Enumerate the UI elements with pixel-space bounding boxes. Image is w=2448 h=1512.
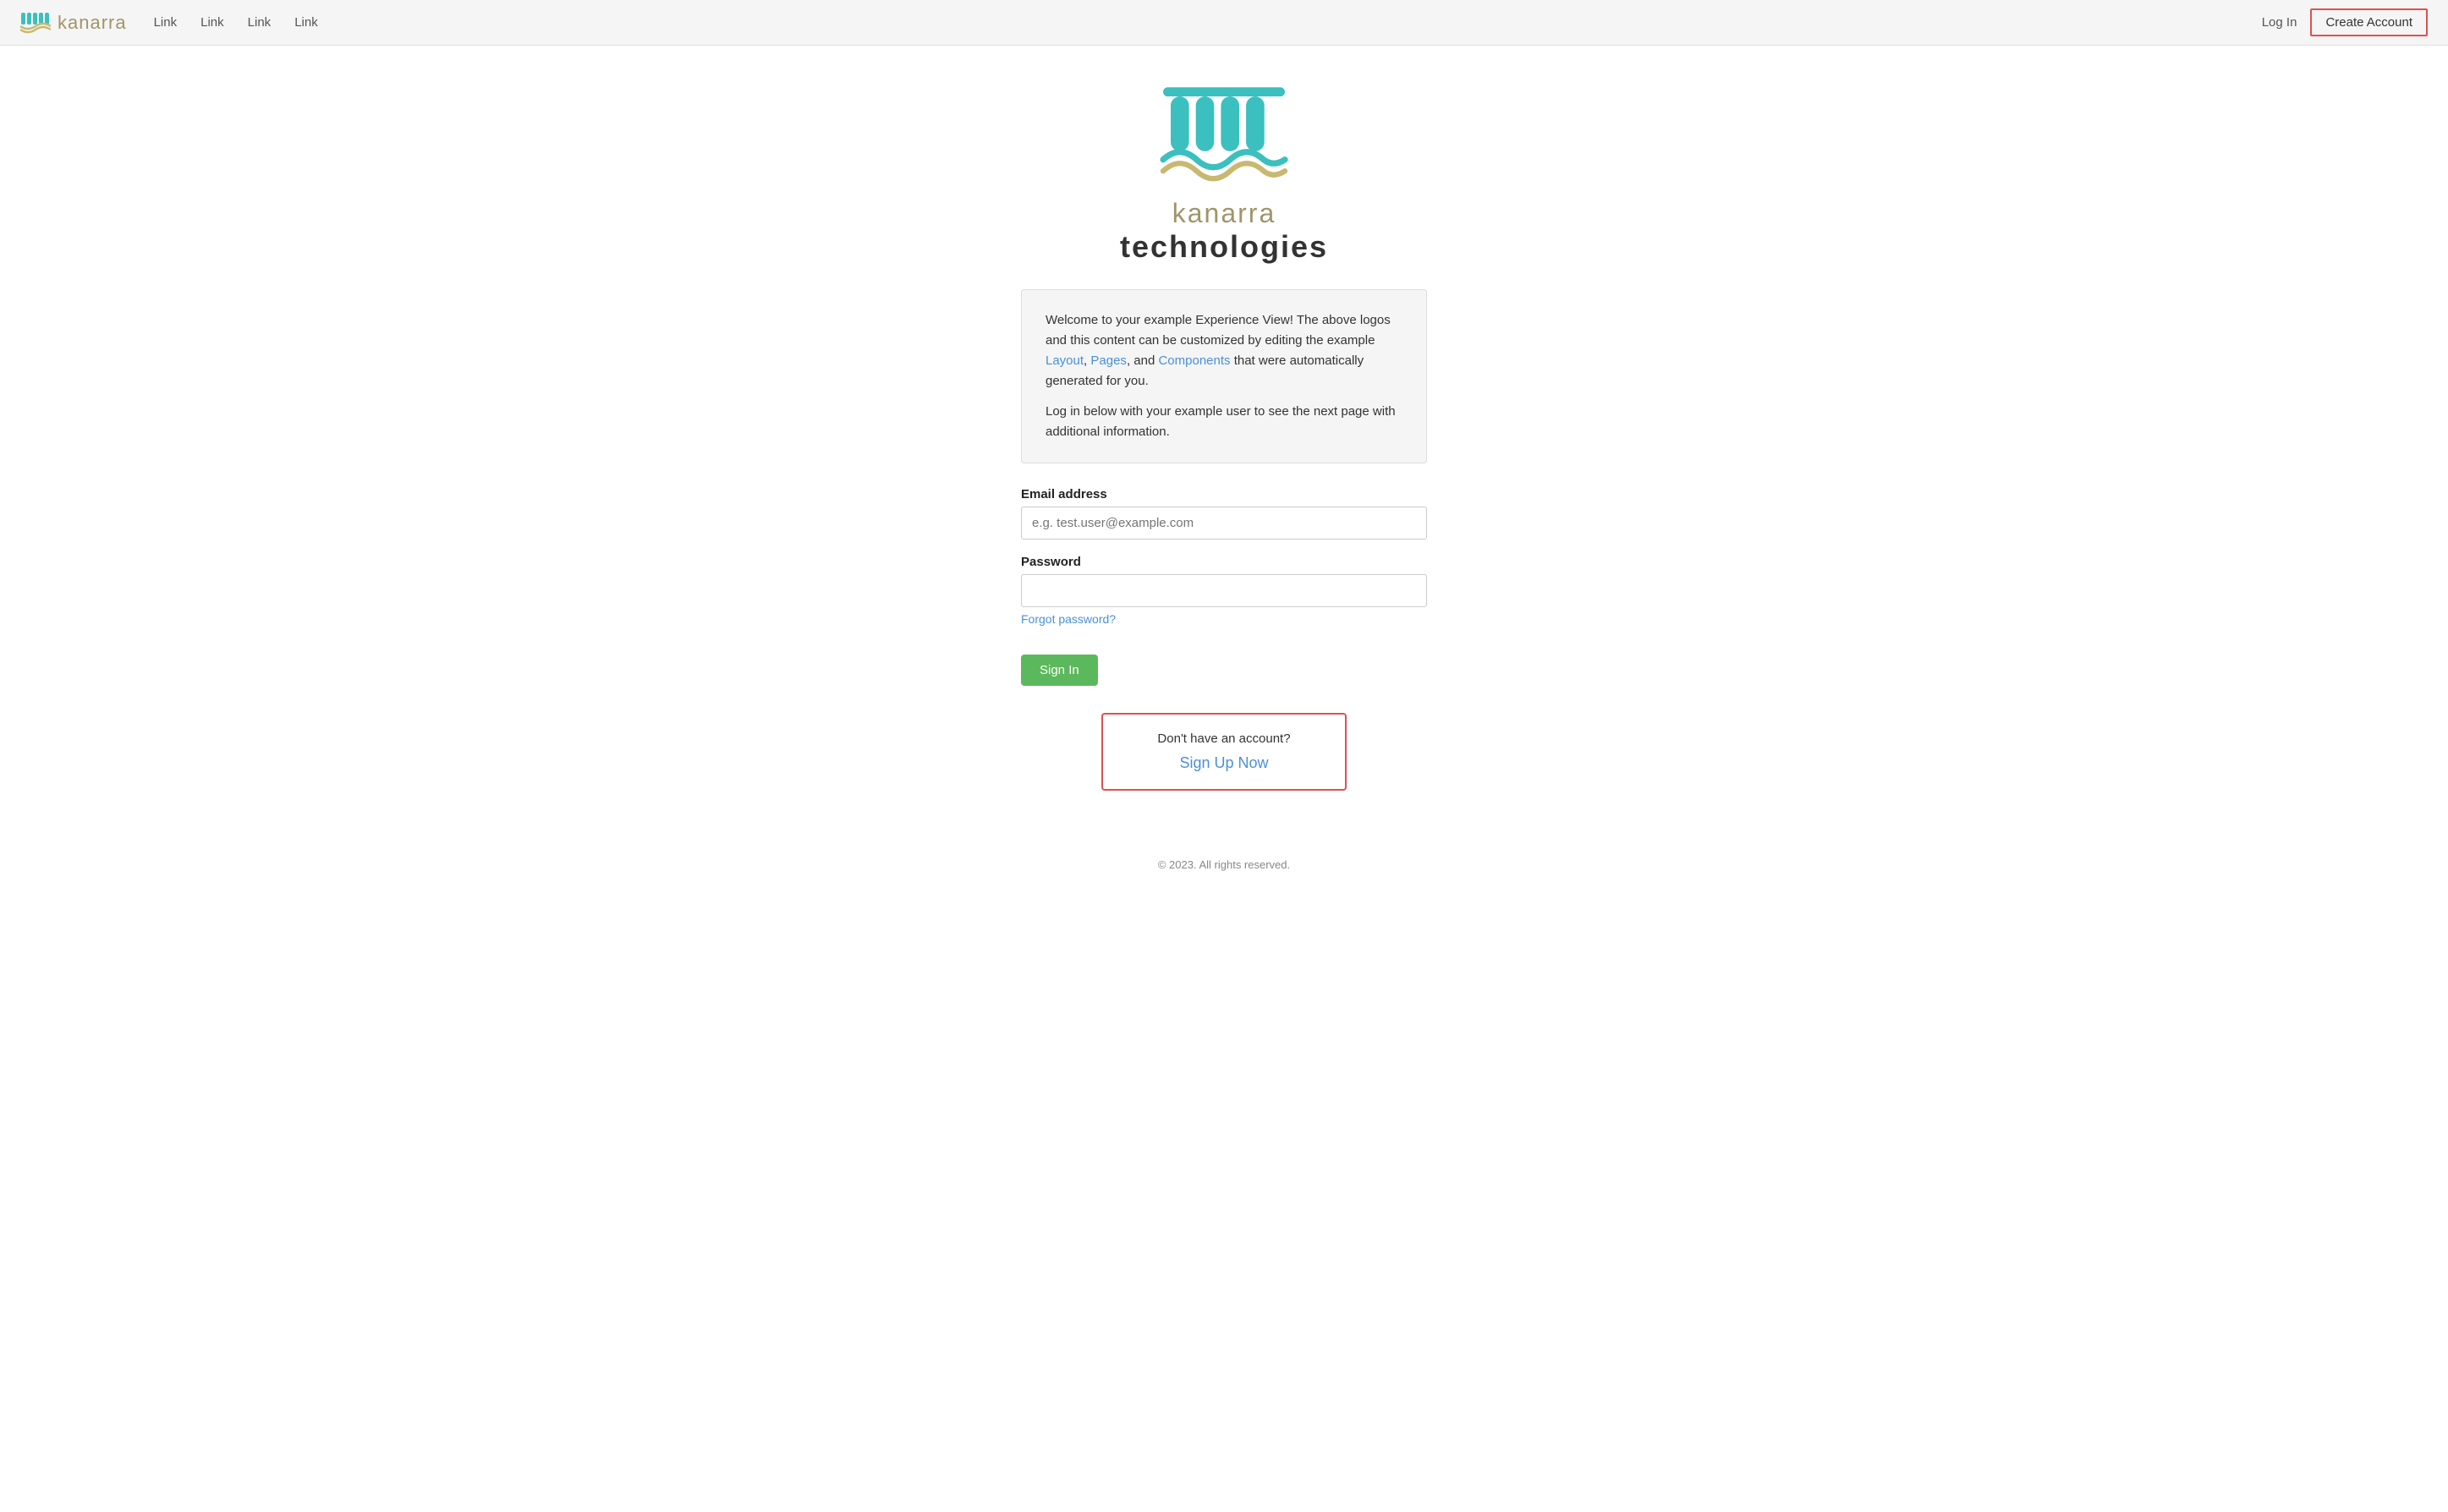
footer: © 2023. All rights reserved.: [0, 841, 2448, 879]
nav-links: Link Link Link Link: [154, 15, 318, 30]
password-group: Password Forgot password?: [1021, 555, 1427, 627]
logo-text: kanarra: [58, 12, 127, 34]
logo-link[interactable]: kanarra: [20, 11, 127, 35]
password-label: Password: [1021, 555, 1427, 569]
welcome-paragraph-1: Welcome to your example Experience View!…: [1046, 310, 1402, 392]
brand-logo: kanarra technologies: [1120, 79, 1328, 264]
forgot-password-link[interactable]: Forgot password?: [1021, 612, 1116, 626]
components-link[interactable]: Components: [1158, 353, 1230, 368]
welcome-paragraph-2: Log in below with your example user to s…: [1046, 402, 1402, 442]
login-form: Email address Password Forgot password? …: [1021, 487, 1427, 686]
email-label: Email address: [1021, 487, 1427, 501]
sign-in-button[interactable]: Sign In: [1021, 655, 1098, 686]
signup-box: Don't have an account? Sign Up Now: [1101, 713, 1347, 791]
logo-icon: [20, 11, 51, 35]
create-account-button[interactable]: Create Account: [2310, 8, 2428, 36]
navbar: kanarra Link Link Link Link Log In Creat…: [0, 0, 2448, 46]
signup-link[interactable]: Sign Up Now: [1179, 754, 1268, 771]
welcome-box: Welcome to your example Experience View!…: [1021, 289, 1427, 463]
main-content: kanarra technologies Welcome to your exa…: [0, 46, 2448, 841]
nav-link-3[interactable]: Link: [248, 15, 272, 30]
brand-name-kanarra: kanarra: [1120, 198, 1328, 229]
email-group: Email address: [1021, 487, 1427, 540]
brand-svg-large: [1148, 79, 1300, 198]
nav-link-2[interactable]: Link: [200, 15, 224, 30]
brand-name: kanarra technologies: [1120, 198, 1328, 264]
welcome-text-and: , and: [1127, 353, 1159, 368]
navbar-left: kanarra Link Link Link Link: [20, 11, 318, 35]
login-link[interactable]: Log In: [2262, 15, 2297, 30]
footer-copyright: © 2023. All rights reserved.: [1158, 858, 1290, 871]
nav-link-4[interactable]: Link: [294, 15, 318, 30]
pages-link[interactable]: Pages: [1090, 353, 1127, 368]
brand-name-technologies: technologies: [1120, 229, 1328, 264]
layout-link[interactable]: Layout: [1046, 353, 1084, 368]
password-input[interactable]: [1021, 574, 1427, 607]
nav-link-1[interactable]: Link: [154, 15, 178, 30]
signup-prompt: Don't have an account?: [1123, 731, 1325, 746]
navbar-right: Log In Create Account: [2262, 8, 2428, 36]
email-input[interactable]: [1021, 507, 1427, 540]
welcome-text-prefix: Welcome to your example Experience View!…: [1046, 313, 1391, 348]
